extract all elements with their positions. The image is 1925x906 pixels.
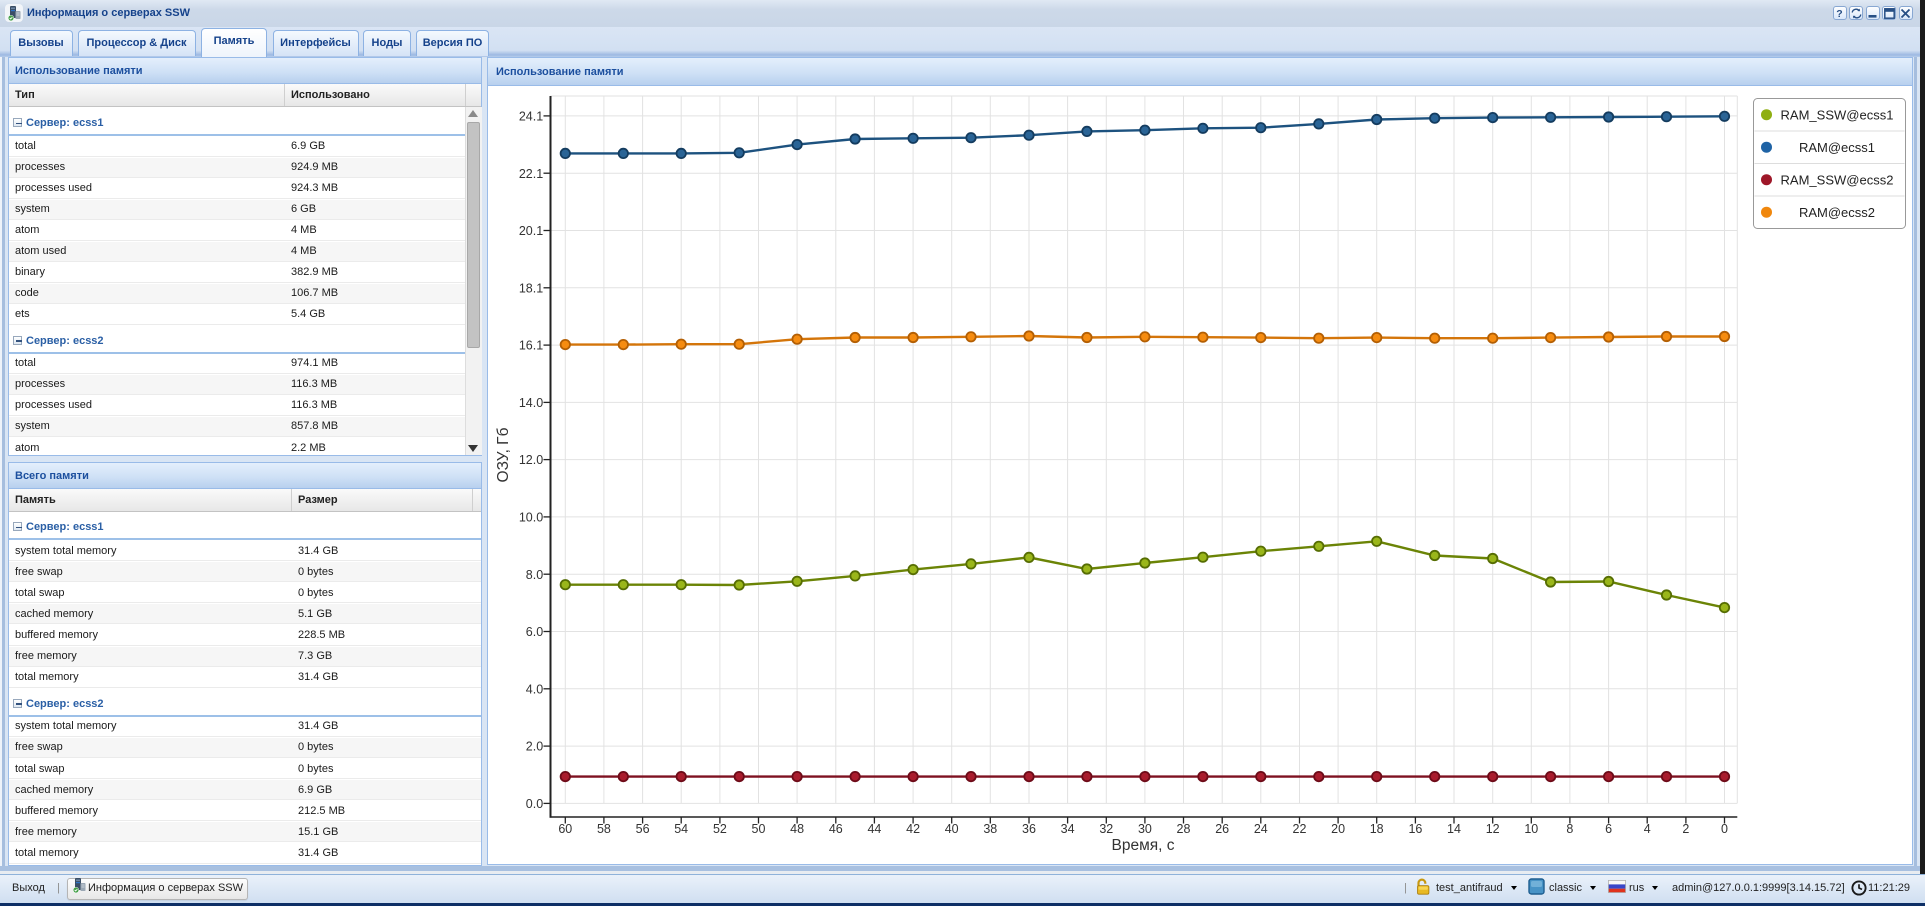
svg-text:14.0: 14.0	[519, 396, 543, 410]
svg-text:40: 40	[945, 822, 959, 836]
svg-text:Время, с: Время, с	[1112, 837, 1175, 854]
svg-text:12.0: 12.0	[519, 453, 543, 467]
svg-text:12: 12	[1486, 822, 1500, 836]
svg-text:26: 26	[1215, 822, 1229, 836]
svg-text:28: 28	[1177, 822, 1191, 836]
svg-text:0: 0	[1721, 822, 1728, 836]
svg-text:60: 60	[558, 822, 572, 836]
svg-text:42: 42	[906, 822, 920, 836]
svg-text:58: 58	[597, 822, 611, 836]
svg-text:22: 22	[1293, 822, 1307, 836]
svg-text:16.1: 16.1	[519, 339, 543, 353]
svg-text:8.0: 8.0	[526, 568, 543, 582]
svg-text:24: 24	[1254, 822, 1268, 836]
svg-text:52: 52	[713, 822, 727, 836]
svg-text:RAM@ecss1: RAM@ecss1	[1799, 140, 1875, 155]
svg-text:ОЗУ, Гб: ОЗУ, Гб	[495, 427, 512, 482]
svg-text:20: 20	[1331, 822, 1345, 836]
svg-text:24.1: 24.1	[519, 110, 543, 124]
svg-text:RAM_SSW@ecss2: RAM_SSW@ecss2	[1781, 173, 1894, 188]
svg-text:2: 2	[1682, 822, 1689, 836]
svg-text:34: 34	[1061, 822, 1075, 836]
svg-text:RAM_SSW@ecss1: RAM_SSW@ecss1	[1781, 108, 1894, 123]
svg-text:50: 50	[752, 822, 766, 836]
svg-text:36: 36	[1022, 822, 1036, 836]
svg-text:16: 16	[1408, 822, 1422, 836]
svg-text:2.0: 2.0	[526, 740, 543, 754]
svg-text:38: 38	[983, 822, 997, 836]
svg-text:32: 32	[1099, 822, 1113, 836]
svg-text:18.1: 18.1	[519, 281, 543, 295]
svg-text:8: 8	[1566, 822, 1573, 836]
svg-text:4.0: 4.0	[526, 682, 543, 696]
svg-text:44: 44	[867, 822, 881, 836]
svg-text:4: 4	[1644, 822, 1651, 836]
svg-text:?: ?	[1836, 8, 1842, 19]
svg-text:30: 30	[1138, 822, 1152, 836]
svg-text:22.1: 22.1	[519, 167, 543, 181]
svg-text:6.0: 6.0	[526, 625, 543, 639]
svg-text:10: 10	[1524, 822, 1538, 836]
svg-text:6: 6	[1605, 822, 1612, 836]
svg-text:56: 56	[636, 822, 650, 836]
svg-text:10.0: 10.0	[519, 511, 543, 525]
svg-text:0.0: 0.0	[526, 797, 543, 811]
svg-text:18: 18	[1370, 822, 1384, 836]
svg-text:RAM@ecss2: RAM@ecss2	[1799, 205, 1875, 220]
svg-text:48: 48	[790, 822, 804, 836]
svg-text:20.1: 20.1	[519, 224, 543, 238]
svg-text:14: 14	[1447, 822, 1461, 836]
svg-text:54: 54	[674, 822, 688, 836]
svg-text:46: 46	[829, 822, 843, 836]
